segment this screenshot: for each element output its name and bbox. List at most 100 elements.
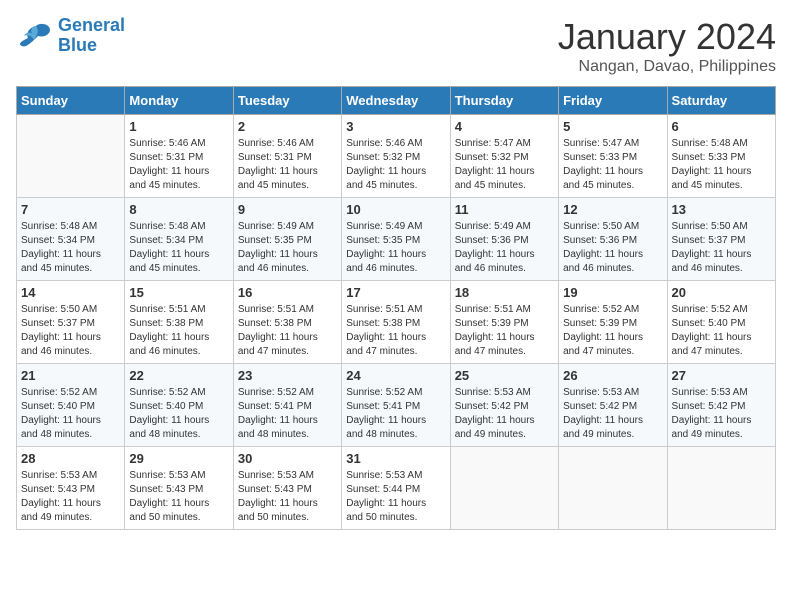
calendar-header-row: SundayMondayTuesdayWednesdayThursdayFrid…	[17, 87, 776, 115]
day-info: Sunrise: 5:52 AM Sunset: 5:41 PM Dayligh…	[238, 386, 337, 442]
day-info: Sunrise: 5:49 AM Sunset: 5:35 PM Dayligh…	[238, 220, 337, 276]
day-info: Sunrise: 5:50 AM Sunset: 5:37 PM Dayligh…	[21, 303, 120, 359]
calendar-cell: 22 Sunrise: 5:52 AM Sunset: 5:40 PM Dayli…	[125, 364, 233, 447]
calendar-cell	[559, 447, 667, 530]
calendar-table: SundayMondayTuesdayWednesdayThursdayFrid…	[16, 86, 776, 530]
header-tuesday: Tuesday	[233, 87, 341, 115]
day-number: 11	[455, 202, 554, 217]
day-number: 31	[346, 451, 445, 466]
logo-icon	[16, 22, 52, 50]
logo: General Blue	[16, 16, 125, 56]
day-info: Sunrise: 5:53 AM Sunset: 5:43 PM Dayligh…	[238, 469, 337, 525]
calendar-cell: 3Sunrise: 5:46 AM Sunset: 5:32 PM Daylig…	[342, 115, 450, 198]
header-monday: Monday	[125, 87, 233, 115]
day-number: 17	[346, 285, 445, 300]
day-info: Sunrise: 5:46 AM Sunset: 5:31 PM Dayligh…	[129, 137, 228, 193]
day-info: Sunrise: 5:47 AM Sunset: 5:33 PM Dayligh…	[563, 137, 662, 193]
day-info: Sunrise: 5:50 AM Sunset: 5:36 PM Dayligh…	[563, 220, 662, 276]
day-info: Sunrise: 5:53 AM Sunset: 5:44 PM Dayligh…	[346, 469, 445, 525]
day-info: Sunrise: 5:52 AM Sunset: 5:40 PM Dayligh…	[129, 386, 228, 442]
day-number: 8	[129, 202, 228, 217]
day-info: Sunrise: 5:53 AM Sunset: 5:42 PM Dayligh…	[672, 386, 771, 442]
day-number: 30	[238, 451, 337, 466]
calendar-cell: 13 Sunrise: 5:50 AM Sunset: 5:37 PM Dayli…	[667, 198, 775, 281]
calendar-week-4: 21 Sunrise: 5:52 AM Sunset: 5:40 PM Dayli…	[17, 364, 776, 447]
day-number: 5	[563, 119, 662, 134]
month-title: January 2024	[558, 16, 776, 58]
calendar-cell: 4 Sunrise: 5:47 AM Sunset: 5:32 PM Daylig…	[450, 115, 558, 198]
day-info: Sunrise: 5:52 AM Sunset: 5:39 PM Dayligh…	[563, 303, 662, 359]
calendar-cell: 1 Sunrise: 5:46 AM Sunset: 5:31 PM Daylig…	[125, 115, 233, 198]
day-info: Sunrise: 5:47 AM Sunset: 5:32 PM Dayligh…	[455, 137, 554, 193]
day-number: 27	[672, 368, 771, 383]
calendar-week-2: 7 Sunrise: 5:48 AM Sunset: 5:34 PM Daylig…	[17, 198, 776, 281]
calendar-cell	[667, 447, 775, 530]
header-wednesday: Wednesday	[342, 87, 450, 115]
day-number: 4	[455, 119, 554, 134]
title-block: January 2024 Nangan, Davao, Philippines	[558, 16, 776, 76]
calendar-cell: 18Sunrise: 5:51 AM Sunset: 5:39 PM Dayli…	[450, 281, 558, 364]
calendar-cell: 10 Sunrise: 5:49 AM Sunset: 5:35 PM Dayli…	[342, 198, 450, 281]
day-number: 22	[129, 368, 228, 383]
calendar-cell: 29 Sunrise: 5:53 AM Sunset: 5:43 PM Dayli…	[125, 447, 233, 530]
day-number: 15	[129, 285, 228, 300]
day-info: Sunrise: 5:50 AM Sunset: 5:37 PM Dayligh…	[672, 220, 771, 276]
calendar-cell: 27 Sunrise: 5:53 AM Sunset: 5:42 PM Dayli…	[667, 364, 775, 447]
location: Nangan, Davao, Philippines	[558, 58, 776, 76]
header-saturday: Saturday	[667, 87, 775, 115]
calendar-cell: 19 Sunrise: 5:52 AM Sunset: 5:39 PM Dayli…	[559, 281, 667, 364]
calendar-cell: 20 Sunrise: 5:52 AM Sunset: 5:40 PM Dayli…	[667, 281, 775, 364]
page-header: General Blue January 2024 Nangan, Davao,…	[16, 16, 776, 76]
calendar-cell: 30 Sunrise: 5:53 AM Sunset: 5:43 PM Dayli…	[233, 447, 341, 530]
calendar-cell: 31 Sunrise: 5:53 AM Sunset: 5:44 PM Dayli…	[342, 447, 450, 530]
calendar-cell: 5 Sunrise: 5:47 AM Sunset: 5:33 PM Daylig…	[559, 115, 667, 198]
day-info: Sunrise: 5:51 AM Sunset: 5:38 PM Dayligh…	[346, 303, 445, 359]
day-number: 10	[346, 202, 445, 217]
day-info: Sunrise: 5:48 AM Sunset: 5:34 PM Dayligh…	[129, 220, 228, 276]
day-info: Sunrise: 5:46 AM Sunset: 5:31 PM Dayligh…	[238, 137, 337, 193]
header-thursday: Thursday	[450, 87, 558, 115]
calendar-cell: 24Sunrise: 5:52 AM Sunset: 5:41 PM Dayli…	[342, 364, 450, 447]
calendar-cell: 23 Sunrise: 5:52 AM Sunset: 5:41 PM Dayli…	[233, 364, 341, 447]
day-number: 3	[346, 119, 445, 134]
day-number: 2	[238, 119, 337, 134]
logo-text: General Blue	[58, 16, 125, 56]
day-number: 6	[672, 119, 771, 134]
day-info: Sunrise: 5:49 AM Sunset: 5:36 PM Dayligh…	[455, 220, 554, 276]
calendar-cell: 26Sunrise: 5:53 AM Sunset: 5:42 PM Dayli…	[559, 364, 667, 447]
day-number: 21	[21, 368, 120, 383]
day-number: 7	[21, 202, 120, 217]
day-number: 14	[21, 285, 120, 300]
day-info: Sunrise: 5:53 AM Sunset: 5:42 PM Dayligh…	[563, 386, 662, 442]
calendar-cell: 25Sunrise: 5:53 AM Sunset: 5:42 PM Dayli…	[450, 364, 558, 447]
day-number: 9	[238, 202, 337, 217]
day-number: 13	[672, 202, 771, 217]
day-number: 19	[563, 285, 662, 300]
day-number: 18	[455, 285, 554, 300]
day-info: Sunrise: 5:52 AM Sunset: 5:41 PM Dayligh…	[346, 386, 445, 442]
day-info: Sunrise: 5:53 AM Sunset: 5:43 PM Dayligh…	[21, 469, 120, 525]
calendar-cell: 8 Sunrise: 5:48 AM Sunset: 5:34 PM Daylig…	[125, 198, 233, 281]
calendar-cell: 2 Sunrise: 5:46 AM Sunset: 5:31 PM Daylig…	[233, 115, 341, 198]
day-info: Sunrise: 5:48 AM Sunset: 5:34 PM Dayligh…	[21, 220, 120, 276]
day-info: Sunrise: 5:51 AM Sunset: 5:38 PM Dayligh…	[129, 303, 228, 359]
day-info: Sunrise: 5:52 AM Sunset: 5:40 PM Dayligh…	[21, 386, 120, 442]
day-info: Sunrise: 5:52 AM Sunset: 5:40 PM Dayligh…	[672, 303, 771, 359]
day-number: 20	[672, 285, 771, 300]
calendar-cell	[450, 447, 558, 530]
header-sunday: Sunday	[17, 87, 125, 115]
day-number: 12	[563, 202, 662, 217]
day-info: Sunrise: 5:53 AM Sunset: 5:43 PM Dayligh…	[129, 469, 228, 525]
day-number: 1	[129, 119, 228, 134]
day-number: 23	[238, 368, 337, 383]
day-info: Sunrise: 5:49 AM Sunset: 5:35 PM Dayligh…	[346, 220, 445, 276]
day-number: 25	[455, 368, 554, 383]
calendar-week-1: 1 Sunrise: 5:46 AM Sunset: 5:31 PM Daylig…	[17, 115, 776, 198]
calendar-cell: 7 Sunrise: 5:48 AM Sunset: 5:34 PM Daylig…	[17, 198, 125, 281]
calendar-week-3: 14 Sunrise: 5:50 AM Sunset: 5:37 PM Dayli…	[17, 281, 776, 364]
calendar-cell: 9 Sunrise: 5:49 AM Sunset: 5:35 PM Daylig…	[233, 198, 341, 281]
calendar-cell: 12 Sunrise: 5:50 AM Sunset: 5:36 PM Dayli…	[559, 198, 667, 281]
calendar-cell: 17 Sunrise: 5:51 AM Sunset: 5:38 PM Dayli…	[342, 281, 450, 364]
day-info: Sunrise: 5:51 AM Sunset: 5:38 PM Dayligh…	[238, 303, 337, 359]
day-number: 29	[129, 451, 228, 466]
